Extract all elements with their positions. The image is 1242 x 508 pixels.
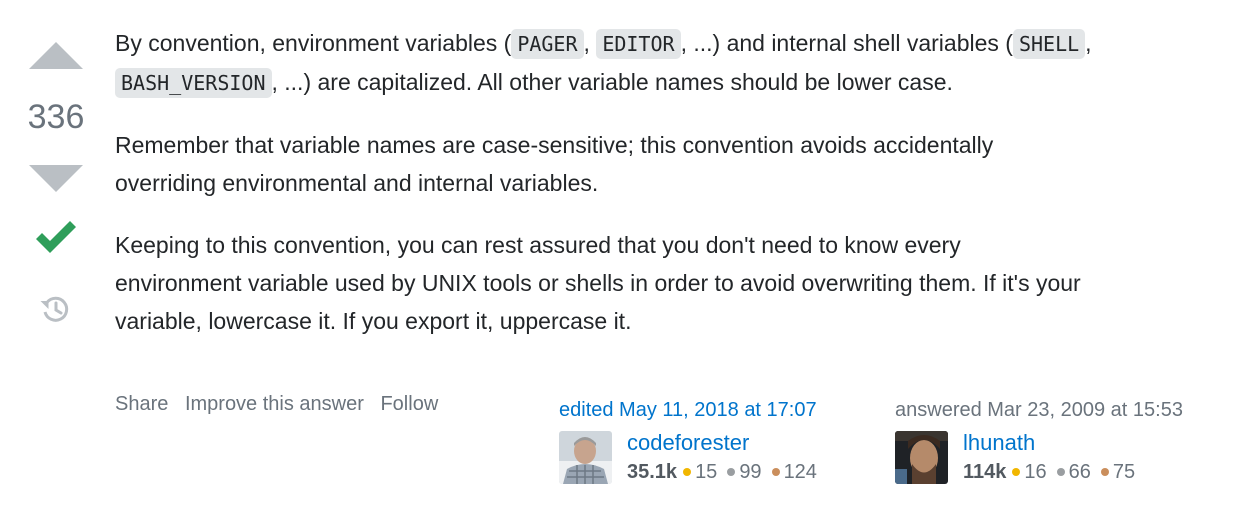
inline-code-bash-version: BASH_VERSION [115,68,272,98]
text-line: variable, lowercase it. If you export it… [115,308,632,334]
improve-answer-link[interactable]: Improve this answer [185,393,364,415]
downvote-arrow-icon[interactable] [29,165,83,192]
bronze-badge-icon [1100,467,1109,476]
avatar[interactable] [559,431,612,484]
gold-badge-count: 15 [695,461,718,483]
paragraph-3: Keeping to this convention, you can rest… [115,226,1225,340]
share-link[interactable]: Share [115,393,168,415]
owner-signature: answered Mar 23, 2009 at 15:53 lhunath 1… [895,397,1225,497]
bronze-badge-count: 75 [1112,461,1136,483]
owner-username-link[interactable]: lhunath [963,430,1035,456]
text-line: Keeping to this convention, you can rest… [115,232,961,258]
gold-badge-count: 16 [1024,461,1047,483]
avatar[interactable] [895,431,948,484]
upvote-arrow-icon[interactable] [29,42,83,69]
editor-signature: edited May 11, 2018 at 17:07 codeforeste… [559,397,859,497]
bronze-badge-count: 124 [783,461,817,483]
text-run: , ...) and internal shell variables ( [680,30,1013,56]
silver-badge-icon [727,467,736,476]
bronze-badge-icon [771,467,780,476]
edited-timestamp-link[interactable]: edited May 11, 2018 at 17:07 [559,397,859,423]
gold-badge-icon [1012,467,1021,476]
inline-code-editor: EDITOR [596,29,681,59]
silver-badge-icon [1056,467,1065,476]
text-run: , [1085,30,1092,56]
editor-username-link[interactable]: codeforester [627,430,749,456]
reputation-score: 114k [963,461,1007,483]
post-menu: Share Improve this answer Follow [115,393,449,416]
vote-score: 336 [27,98,85,136]
paragraph-1: By convention, environment variables (PA… [115,24,1225,102]
accepted-checkmark-icon [36,221,76,253]
silver-badge-count: 99 [739,461,762,483]
text-line: Remember that variable names are case-se… [115,132,994,158]
inline-code-pager: PAGER [511,29,584,59]
answered-timestamp: answered Mar 23, 2009 at 15:53 [895,399,1183,421]
follow-link[interactable]: Follow [380,393,438,415]
text-run: , ...) are capitalized. All other variab… [271,69,953,95]
text-run: By convention, environment variables ( [115,30,512,56]
silver-badge-count: 66 [1068,461,1091,483]
history-icon[interactable] [39,293,71,325]
gold-badge-icon [683,467,692,476]
editor-reputation: 35.1k 15 99 124 [627,461,827,484]
answer-body: By convention, environment variables (PA… [115,24,1225,340]
text-run: , [583,30,597,56]
reputation-score: 35.1k [627,461,678,483]
vote-cell: 336 [0,0,112,508]
inline-code-shell: SHELL [1012,29,1086,59]
owner-reputation: 114k 16 66 75 [963,461,1145,484]
paragraph-2: Remember that variable names are case-se… [115,126,1225,202]
text-line: overriding environmental and internal va… [115,170,599,196]
text-line: environment variable used by UNIX tools … [115,270,1081,296]
